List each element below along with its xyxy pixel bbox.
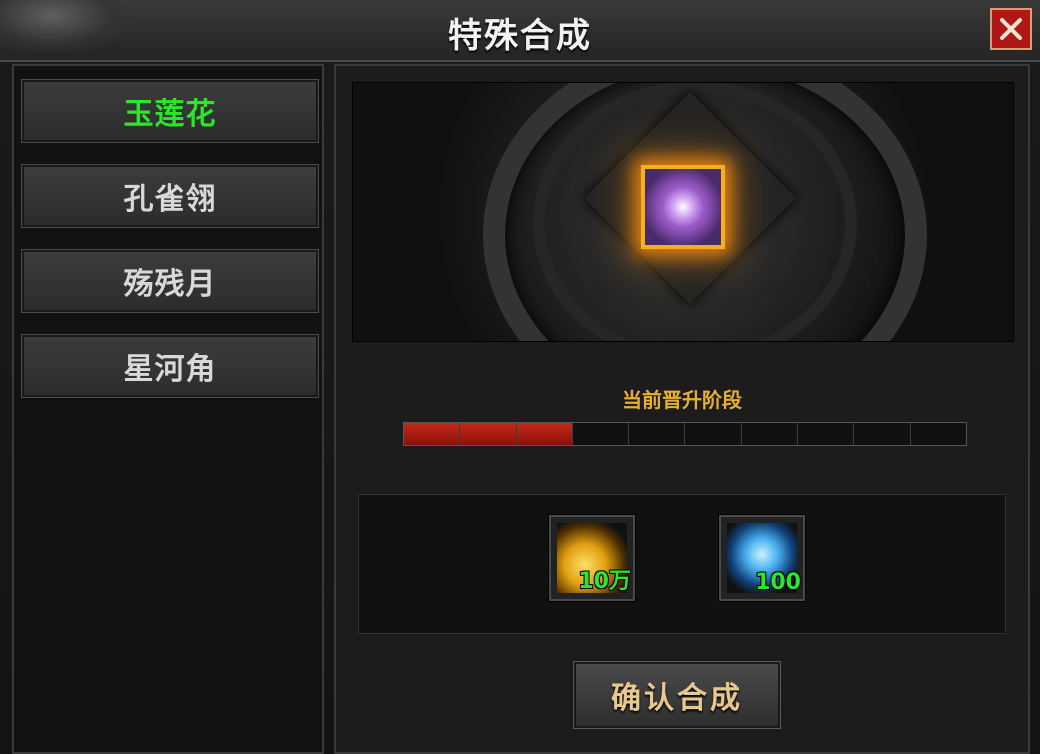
cost-amount: 100: [755, 570, 801, 595]
stage-label: 当前晋升阶段: [622, 388, 742, 412]
progress-segment: [573, 423, 630, 445]
progress-segment: [685, 423, 742, 445]
cost-amount: 10万: [578, 569, 631, 594]
synthesis-panel: 当前晋升阶段 10万 100 确认合成: [334, 64, 1030, 754]
progress-segment: [798, 423, 855, 445]
sidebar-item-star-river-horn[interactable]: 星河角: [21, 334, 319, 398]
sidebar-item-jade-lotus[interactable]: 玉莲花: [21, 79, 319, 143]
jade-lotus-gem-icon: [641, 165, 725, 249]
sidebar-item-peacock-feather[interactable]: 孔雀翎: [21, 164, 319, 228]
item-preview-banner: [352, 82, 1014, 342]
synthesis-window: 特殊合成 玉莲花 孔雀翎 殇残月 星河角 当前晋升阶段 10万 100 确认合成: [0, 0, 1040, 754]
progress-segment: [742, 423, 799, 445]
cost-item-orb[interactable]: 100: [718, 514, 806, 602]
close-icon: [1000, 18, 1022, 40]
progress-segment: [516, 423, 573, 445]
cost-panel: 10万 100: [358, 494, 1006, 634]
confirm-synthesis-button[interactable]: 确认合成: [573, 661, 781, 729]
cost-item-gold[interactable]: 10万: [548, 514, 636, 602]
close-button[interactable]: [990, 8, 1032, 50]
progress-segment: [460, 423, 517, 445]
recipe-sidebar: 玉莲花 孔雀翎 殇残月 星河角: [12, 64, 324, 754]
stage-progress-bar: [403, 422, 967, 446]
progress-segment: [629, 423, 686, 445]
progress-segment: [404, 423, 461, 445]
progress-segment: [911, 423, 966, 445]
lotus-flower-icon: [661, 185, 705, 229]
title-bar: 特殊合成: [0, 0, 1040, 62]
progress-segment: [854, 423, 911, 445]
sidebar-item-broken-moon[interactable]: 殇残月: [21, 249, 319, 313]
window-title: 特殊合成: [448, 16, 592, 56]
